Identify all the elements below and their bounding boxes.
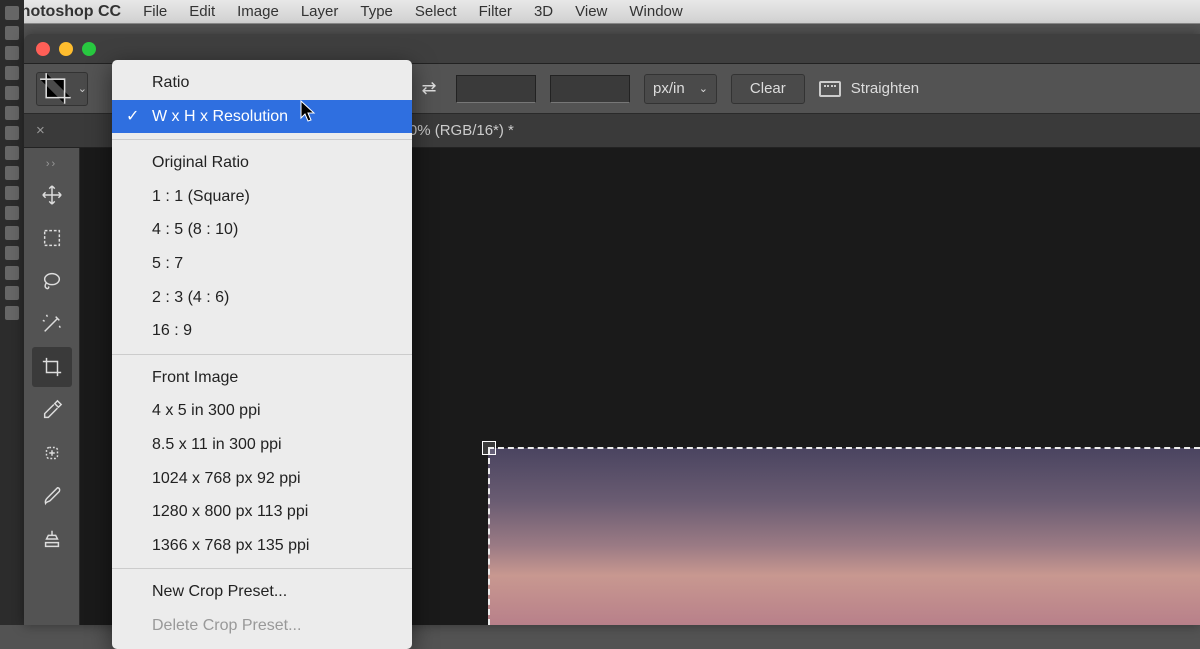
dropdown-item-label: 1024 x 768 px 92 ppi <box>152 470 301 487</box>
dropdown-item-label: 1 : 1 (Square) <box>152 188 250 205</box>
menu-type[interactable]: Type <box>360 3 393 20</box>
menu-file[interactable]: File <box>143 3 167 20</box>
dropdown-item[interactable]: 4 x 5 in 300 ppi <box>112 394 412 428</box>
dropdown-item[interactable]: 16 : 9 <box>112 314 412 348</box>
dropdown-item-label: 8.5 x 11 in 300 ppi <box>152 436 282 453</box>
move-tool[interactable] <box>32 175 72 215</box>
ruler-icon <box>819 81 841 97</box>
straighten-button[interactable]: Straighten <box>819 80 919 97</box>
chevron-down-icon: ⌄ <box>699 82 708 95</box>
app-name[interactable]: Photoshop CC <box>10 3 121 21</box>
dropdown-item: Delete Crop Preset... <box>112 609 412 643</box>
height-input[interactable] <box>456 75 536 103</box>
clear-button[interactable]: Clear <box>731 74 805 104</box>
dropdown-item-label: Ratio <box>152 74 189 91</box>
tool-panel: ›› <box>24 148 80 625</box>
dropdown-item[interactable]: 1024 x 768 px 92 ppi <box>112 462 412 496</box>
menu-image[interactable]: Image <box>237 3 279 20</box>
unit-label: px/in <box>653 80 685 97</box>
lasso-tool[interactable] <box>32 261 72 301</box>
eyedropper-tool[interactable] <box>32 390 72 430</box>
dropdown-item-label: 4 x 5 in 300 ppi <box>152 402 261 419</box>
marquee-tool[interactable] <box>32 218 72 258</box>
crop-boundary-top[interactable] <box>488 447 1200 449</box>
dropdown-item[interactable]: Ratio <box>112 66 412 100</box>
tab-close-button[interactable]: × <box>32 122 49 139</box>
menubar: Photoshop CC File Edit Image Layer Type … <box>0 0 1200 24</box>
swap-dimensions-button[interactable]: ⇄ <box>416 76 442 102</box>
dropdown-item[interactable]: Original Ratio <box>112 146 412 180</box>
mouse-cursor <box>300 100 318 129</box>
dropdown-item[interactable]: 1280 x 800 px 113 ppi <box>112 495 412 529</box>
resolution-unit-select[interactable]: px/in ⌄ <box>644 74 717 104</box>
dropdown-item-label: Front Image <box>152 369 238 386</box>
dropdown-item-label: W x H x Resolution <box>152 108 288 125</box>
desktop-left-strip <box>0 0 24 625</box>
dropdown-item-label: New Crop Preset... <box>152 583 287 600</box>
crop-handle-top-left[interactable] <box>482 441 496 455</box>
menu-window[interactable]: Window <box>629 3 682 20</box>
healing-brush-tool[interactable] <box>32 433 72 473</box>
crop-ratio-dropdown: Ratio ✓ W x H x Resolution Original Ratio 1 … <box>112 60 412 649</box>
resolution-input[interactable] <box>550 75 630 103</box>
dropdown-item[interactable]: 1 : 1 (Square) <box>112 180 412 214</box>
zoom-button[interactable] <box>82 42 96 56</box>
dropdown-item[interactable]: 5 : 7 <box>112 247 412 281</box>
crop-tool-preset-button[interactable]: ⌄ <box>36 72 88 106</box>
menu-layer[interactable]: Layer <box>301 3 339 20</box>
crop-tool[interactable] <box>32 347 72 387</box>
panel-collapse-handle[interactable]: ›› <box>24 158 79 172</box>
dropdown-item-label: 4 : 5 (8 : 10) <box>152 221 238 238</box>
dropdown-item-label: 2 : 3 (4 : 6) <box>152 289 229 306</box>
close-button[interactable] <box>36 42 50 56</box>
clone-stamp-tool[interactable] <box>32 519 72 559</box>
dropdown-item[interactable]: 8.5 x 11 in 300 ppi <box>112 428 412 462</box>
dropdown-item-label: 5 : 7 <box>152 255 183 272</box>
dropdown-item-label: Original Ratio <box>152 154 249 171</box>
magic-wand-tool[interactable] <box>32 304 72 344</box>
dropdown-item-label: 1366 x 768 px 135 ppi <box>152 537 309 554</box>
menu-select[interactable]: Select <box>415 3 457 20</box>
dropdown-item[interactable]: Front Image <box>112 361 412 395</box>
dropdown-item-label: Delete Crop Preset... <box>152 617 301 634</box>
chevron-down-icon: ⌄ <box>78 82 87 95</box>
dropdown-item-label: 1280 x 800 px 113 ppi <box>152 503 308 520</box>
menu-3d[interactable]: 3D <box>534 3 553 20</box>
menu-view[interactable]: View <box>575 3 607 20</box>
crop-boundary-left[interactable] <box>488 448 490 625</box>
dropdown-item-label: 16 : 9 <box>152 322 192 339</box>
dropdown-item[interactable]: 2 : 3 (4 : 6) <box>112 281 412 315</box>
checkmark-icon: ✓ <box>126 104 139 130</box>
menu-filter[interactable]: Filter <box>479 3 512 20</box>
dropdown-item[interactable]: New Crop Preset... <box>112 575 412 609</box>
dropdown-item[interactable]: ✓ W x H x Resolution <box>112 100 412 134</box>
dropdown-item[interactable]: 4 : 5 (8 : 10) <box>112 213 412 247</box>
image-content <box>488 448 1200 625</box>
minimize-button[interactable] <box>59 42 73 56</box>
dropdown-item[interactable]: 1366 x 768 px 135 ppi <box>112 529 412 563</box>
brush-tool[interactable] <box>32 476 72 516</box>
menu-edit[interactable]: Edit <box>189 3 215 20</box>
